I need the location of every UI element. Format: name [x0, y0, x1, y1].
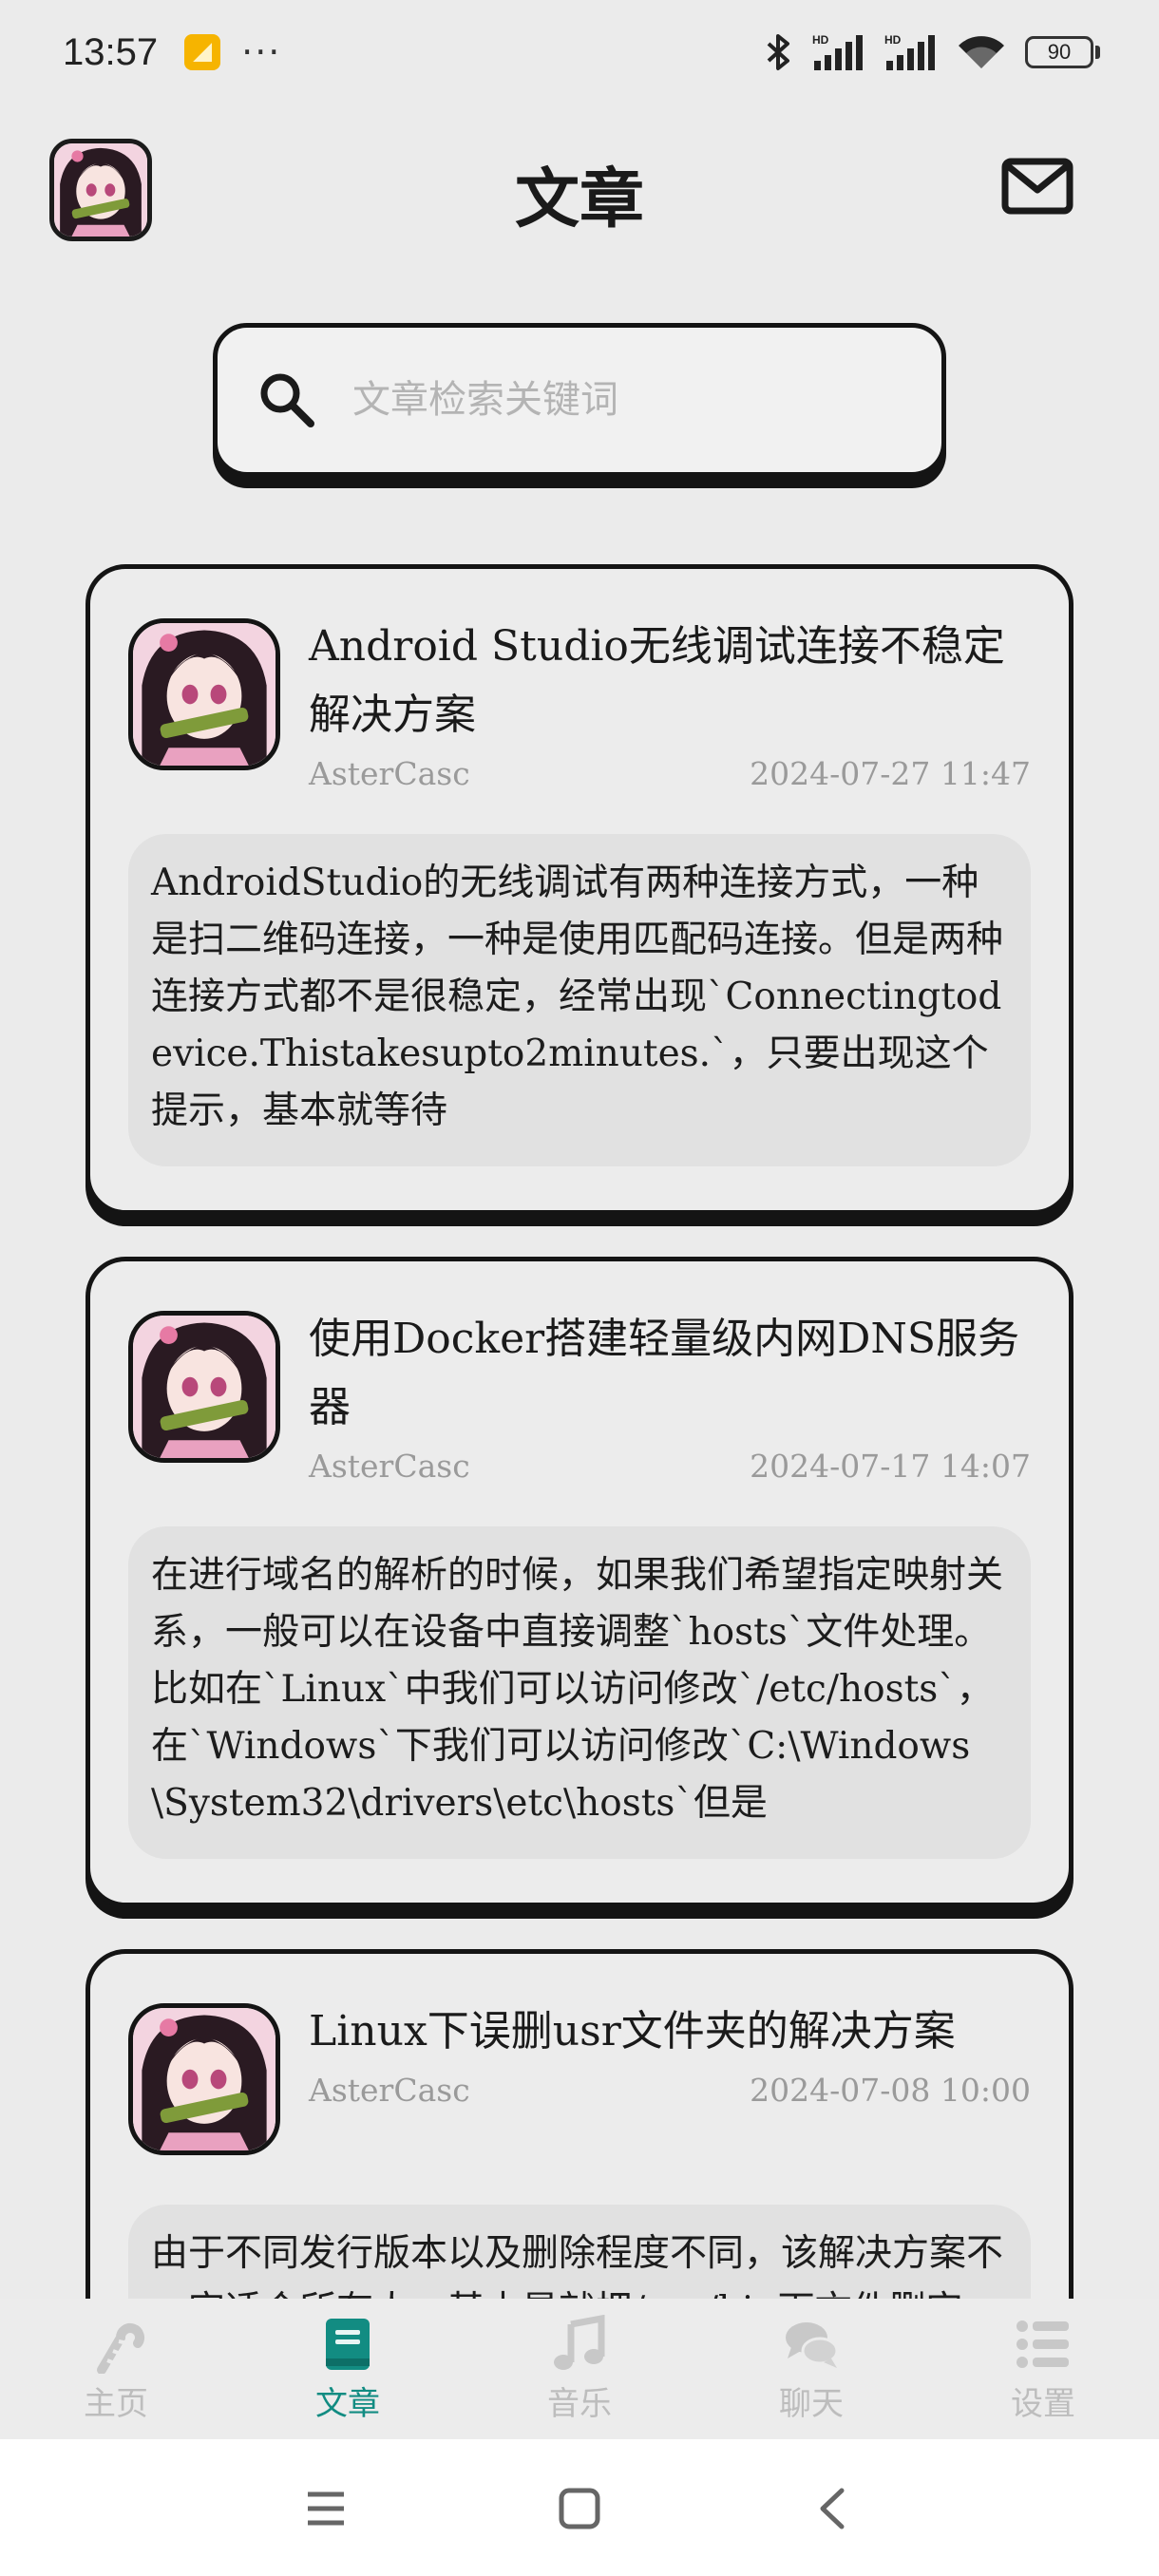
search-icon [260, 373, 314, 427]
author-avatar [128, 1311, 280, 1463]
system-nav-bar [0, 2439, 1159, 2576]
chat-bubbles-icon [786, 2321, 839, 2368]
search-box[interactable] [213, 323, 946, 477]
article-list[interactable]: Android Studio无线调试连接不稳定解决方案 AsterCasc 20… [86, 564, 1074, 2299]
article-summary: 在进行域名的解析的时候，如果我们希望指定映射关系，一般可以在设备中直接调整`ho… [128, 1526, 1031, 1859]
hd-signal-icon-2: HD [883, 32, 938, 72]
more-notifications-icon: ··· [241, 31, 282, 73]
article-title[interactable]: Linux下误删usr文件夹的解决方案 [309, 1998, 1031, 2066]
nav-label: 音乐 [547, 2384, 612, 2423]
article-author: AsterCasc [309, 1448, 470, 1485]
article-title[interactable]: Android Studio无线调试连接不稳定解决方案 [309, 613, 1031, 749]
bluetooth-icon [765, 32, 793, 72]
article-author: AsterCasc [309, 2072, 470, 2109]
article-summary: AndroidStudio的无线调试有两种连接方式，一种是扫二维码连接，一种是使… [128, 834, 1031, 1166]
anime-avatar-icon [133, 1316, 276, 1458]
music-note-icon [554, 2314, 605, 2370]
nav-label: 文章 [315, 2384, 380, 2423]
article-date: 2024-07-27 11:47 [750, 755, 1031, 792]
hd-signal-icon: HD [810, 32, 865, 72]
anime-avatar-icon [133, 2008, 276, 2150]
svg-text:HD: HD [812, 33, 829, 47]
article-title[interactable]: 使用Docker搭建轻量级内网DNS服务器 [309, 1305, 1031, 1442]
article-author: AsterCasc [309, 755, 470, 792]
app-header: 文章 [0, 133, 1159, 247]
page-title: 文章 [514, 162, 644, 237]
article-card[interactable]: Android Studio无线调试连接不稳定解决方案 AsterCasc 20… [86, 564, 1074, 1215]
nav-label: 主页 [84, 2384, 148, 2423]
wifi-icon [955, 32, 1008, 72]
article-summary: 由于不同发行版本以及删除程度不同，该解决方案不一定适合所有人，基本是就把/usr… [128, 2205, 1031, 2299]
status-time: 13:57 [63, 30, 159, 73]
bottom-nav: 主页 文章 音乐 聊天 设置 [0, 2299, 1159, 2439]
article-date: 2024-07-08 10:00 [750, 2072, 1031, 2109]
status-bar: 13:57 ··· HD HD 90 [0, 0, 1159, 104]
author-avatar [128, 618, 280, 770]
mail-icon[interactable] [1001, 158, 1074, 215]
list-icon [1016, 2320, 1069, 2368]
nav-item-music[interactable]: 音乐 [464, 2299, 695, 2439]
back-icon[interactable] [809, 2485, 857, 2532]
article-date: 2024-07-17 14:07 [750, 1448, 1031, 1485]
search-input[interactable] [352, 378, 884, 422]
article-card[interactable]: 使用Docker搭建轻量级内网DNS服务器 AsterCasc 2024-07-… [86, 1257, 1074, 1907]
status-icons: HD HD 90 [765, 32, 1100, 72]
author-avatar [128, 2003, 280, 2155]
nav-label: 设置 [1011, 2384, 1075, 2423]
nav-item-articles[interactable]: 文章 [232, 2299, 464, 2439]
menu-icon[interactable] [302, 2485, 350, 2532]
nav-item-chat[interactable]: 聊天 [695, 2299, 927, 2439]
svg-text:HD: HD [884, 33, 902, 47]
nav-label: 聊天 [779, 2384, 844, 2423]
nav-item-settings[interactable]: 设置 [927, 2299, 1159, 2439]
battery-icon: 90 [1025, 36, 1100, 68]
nav-item-home[interactable]: 主页 [0, 2299, 232, 2439]
anime-avatar-icon [133, 623, 276, 766]
candy-cane-icon [97, 2322, 144, 2374]
home-square-icon[interactable] [556, 2485, 603, 2532]
notification-app-icon [184, 34, 221, 70]
battery-level: 90 [1025, 36, 1093, 68]
article-card[interactable]: Linux下误删usr文件夹的解决方案 AsterCasc 2024-07-08… [86, 1949, 1074, 2299]
book-icon [326, 2318, 370, 2370]
